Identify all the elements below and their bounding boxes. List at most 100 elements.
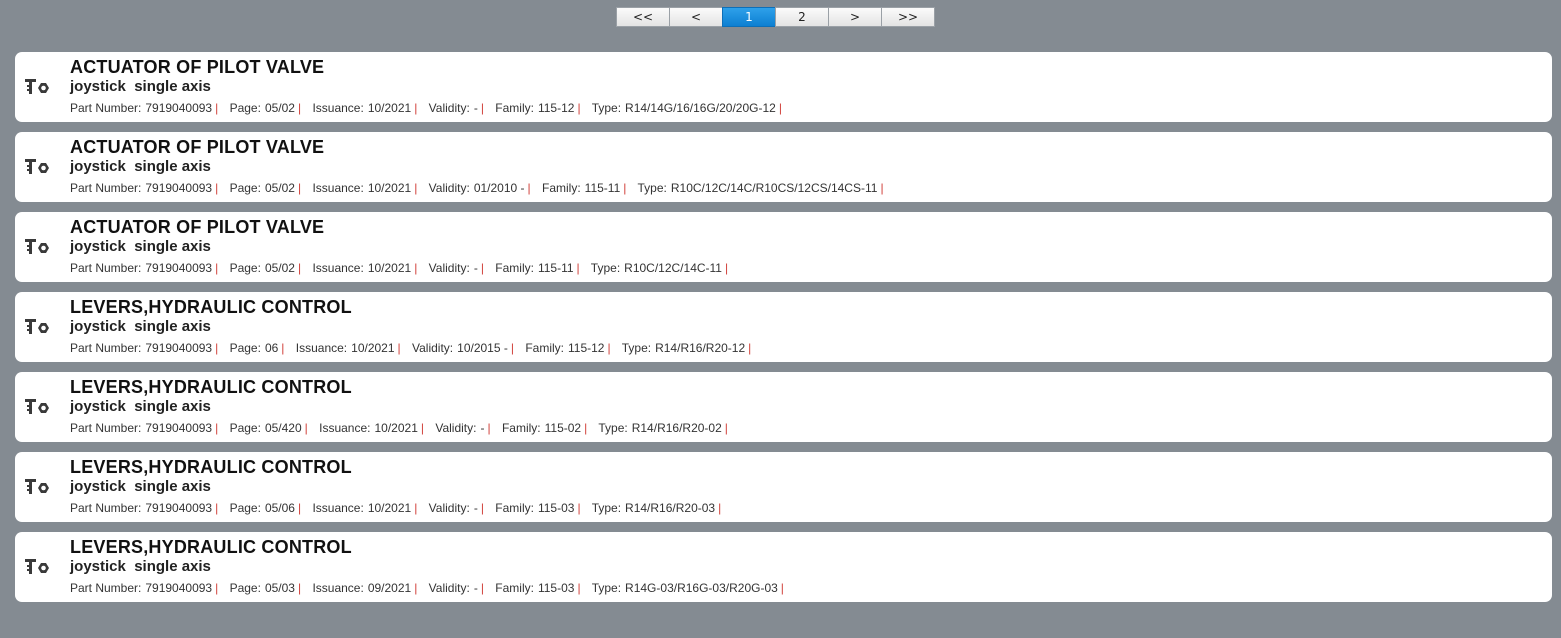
validity-value: - — [473, 501, 478, 515]
issuance-value: 09/2021 — [367, 581, 412, 595]
item-meta: Part Number: 7919040093 | Page: 06 | Issuanc… — [70, 341, 759, 355]
item-meta: Part Number: 7919040093 | Page: 05/06 | Issu… — [70, 501, 729, 515]
type-value: R10C/12C/14C/R10CS/12CS/14CS-11 — [670, 181, 878, 195]
page-1-button[interactable]: 1 — [722, 7, 776, 27]
type-value: R10C/12C/14C-11 — [624, 261, 722, 275]
page-value: 05/420 — [264, 421, 302, 435]
issuance-value: 10/2021 — [367, 501, 412, 515]
item-subtitle: joystick single axis — [70, 558, 211, 575]
separator: | — [297, 181, 302, 195]
page-value: 05/03 — [264, 581, 295, 595]
item-subtitle: joystick single axis — [70, 238, 211, 255]
validity-label: Validity: — [428, 181, 470, 195]
issuance-label: Issuance: — [312, 261, 364, 275]
family-value: 115-12 — [537, 101, 575, 115]
result-item[interactable]: ACTUATOR OF PILOT VALVE joystick single … — [15, 52, 1552, 122]
part-number-value: 7919040093 — [145, 501, 213, 515]
separator: | — [480, 501, 484, 515]
separator: | — [215, 581, 219, 595]
separator: | — [215, 341, 219, 355]
first-page-button[interactable]: << — [616, 7, 670, 27]
type-value: R14/R16/R20-02 — [631, 421, 722, 435]
page-2-button[interactable]: 2 — [775, 7, 829, 27]
separator: | — [414, 101, 418, 115]
family-label: Family: — [495, 261, 534, 275]
result-item[interactable]: LEVERS,HYDRAULIC CONTROL joystick single… — [15, 532, 1552, 602]
part-number-label: Part Number: — [70, 261, 142, 275]
part-number-value: 7919040093 — [145, 581, 213, 595]
item-title: LEVERS,HYDRAULIC CONTROL — [70, 537, 352, 557]
separator: | — [215, 181, 219, 195]
family-value: 115-11 — [584, 181, 621, 195]
page-value: 05/02 — [264, 181, 295, 195]
item-subtitle: joystick single axis — [70, 78, 211, 95]
part-number-value: 7919040093 — [145, 421, 213, 435]
part-number-label: Part Number: — [70, 581, 142, 595]
item-title: ACTUATOR OF PILOT VALVE — [70, 57, 325, 77]
item-meta: Part Number: 7919040093 | Page: 05/420 | Iss… — [70, 421, 736, 435]
issuance-value: 10/2021 — [367, 261, 412, 275]
type-value: R14/R16/R20-12 — [655, 341, 746, 355]
page-label: Page: — [229, 181, 261, 195]
validity-label: Validity: — [428, 581, 470, 595]
item-subtitle: joystick single axis — [70, 398, 211, 415]
page-label: Page: — [229, 581, 261, 595]
page-label: Page: — [229, 261, 261, 275]
page-label: Page: — [229, 341, 261, 355]
separator: | — [527, 181, 531, 195]
issuance-label: Issuance: — [312, 101, 364, 115]
page-label: Page: — [229, 101, 261, 115]
validity-label: Validity: — [412, 341, 454, 355]
result-item[interactable]: LEVERS,HYDRAULIC CONTROL joystick single… — [15, 292, 1552, 362]
family-value: 115-02 — [544, 421, 582, 435]
results-list: ACTUATOR OF PILOT VALVE joystick single … — [15, 52, 1552, 612]
separator: | — [584, 421, 588, 435]
page-label: Page: — [229, 421, 261, 435]
issuance-value: 10/2021 — [374, 421, 418, 435]
part-number-value: 7919040093 — [145, 181, 213, 195]
page-value: 05/02 — [264, 101, 295, 115]
validity-value: - — [473, 581, 478, 595]
parts-tool-icon — [24, 477, 50, 497]
item-meta: Part Number: 7919040093 | Page: 05/02 | Issu… — [70, 181, 892, 195]
parts-tool-icon — [24, 317, 50, 337]
result-item[interactable]: ACTUATOR OF PILOT VALVE joystick single … — [15, 132, 1552, 202]
separator: | — [480, 581, 484, 595]
result-item[interactable]: LEVERS,HYDRAULIC CONTROL joystick single… — [15, 452, 1552, 522]
parts-tool-icon — [24, 397, 50, 417]
result-item[interactable]: LEVERS,HYDRAULIC CONTROL joystick single… — [15, 372, 1552, 442]
family-value: 115-11 — [537, 261, 574, 275]
part-number-value: 7919040093 — [145, 101, 213, 115]
item-subtitle: joystick single axis — [70, 478, 211, 495]
page-value: 05/02 — [264, 261, 295, 275]
next-page-button[interactable]: > — [828, 7, 882, 27]
issuance-label: Issuance: — [312, 501, 364, 515]
item-meta: Part Number: 7919040093 | Page: 05/03 | Issu… — [70, 581, 792, 595]
item-meta: Part Number: 7919040093 | Page: 05/02 | Issu… — [70, 101, 790, 115]
family-label: Family: — [501, 421, 541, 435]
family-label: Family: — [495, 101, 534, 115]
separator: | — [420, 421, 424, 435]
part-number-label: Part Number: — [70, 181, 142, 195]
family-value: 115-12 — [568, 341, 605, 355]
family-value: 115-03 — [537, 581, 575, 595]
separator: | — [718, 501, 722, 515]
last-page-button[interactable]: >> — [881, 7, 935, 27]
separator: | — [480, 101, 484, 115]
separator: | — [480, 261, 484, 275]
type-value: R14/14G/16/16G/20/20G-12 — [625, 101, 776, 115]
page-value: 06 — [264, 341, 279, 355]
separator: | — [487, 421, 491, 435]
validity-label: Validity: — [428, 261, 470, 275]
separator: | — [778, 101, 782, 115]
issuance-label: Issuance: — [319, 421, 371, 435]
separator: | — [880, 181, 884, 195]
prev-page-button[interactable]: < — [669, 7, 723, 27]
part-number-label: Part Number: — [70, 421, 142, 435]
type-value: R14G-03/R16G-03/R20G-03 — [625, 581, 778, 595]
result-item[interactable]: ACTUATOR OF PILOT VALVE joystick single … — [15, 212, 1552, 282]
item-meta: Part Number: 7919040093 | Page: 05/02 | Issu… — [70, 261, 736, 275]
separator: | — [577, 581, 581, 595]
separator: | — [576, 261, 580, 275]
separator: | — [304, 421, 308, 435]
